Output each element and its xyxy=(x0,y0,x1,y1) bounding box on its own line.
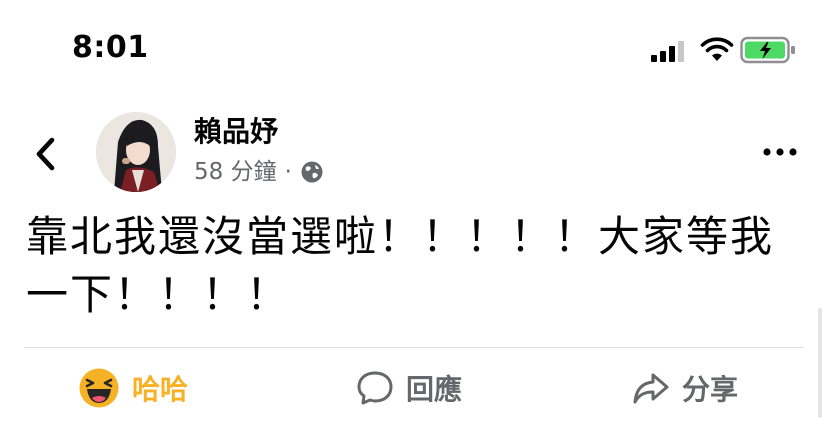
haha-emoji-icon xyxy=(79,368,119,408)
signal-icon xyxy=(651,41,684,62)
divider xyxy=(24,347,804,348)
avatar-image xyxy=(96,112,176,192)
battery-icon xyxy=(740,36,795,64)
comment-button[interactable]: 回應 xyxy=(356,366,462,410)
share-label: 分享 xyxy=(682,373,739,406)
meta-separator: · xyxy=(284,159,292,185)
back-icon[interactable] xyxy=(30,134,60,174)
share-icon xyxy=(633,373,669,404)
share-button[interactable]: 分享 xyxy=(632,366,738,410)
globe-icon xyxy=(301,161,323,183)
comment-icon xyxy=(357,371,393,405)
status-bar: 8:01 xyxy=(0,0,828,100)
author-name[interactable]: 賴品妤 xyxy=(194,114,278,150)
action-bar: 哈哈 回應 分享 xyxy=(0,356,828,420)
post-meta: 58 分鐘 · xyxy=(194,156,324,188)
wifi-icon xyxy=(700,37,734,61)
post-timestamp[interactable]: 58 分鐘 xyxy=(194,156,277,188)
reaction-button[interactable]: 哈哈 xyxy=(78,366,188,410)
post-text: 靠北我還沒當選啦！！！！！大家等我一下！！！！ xyxy=(26,212,775,319)
more-icon[interactable] xyxy=(762,146,798,158)
scrollbar[interactable] xyxy=(818,308,822,418)
comment-label: 回應 xyxy=(406,373,463,406)
avatar[interactable] xyxy=(96,112,176,192)
reaction-label: 哈哈 xyxy=(132,373,189,406)
status-time: 8:01 xyxy=(72,30,149,65)
post-header: 賴品妤 58 分鐘 · xyxy=(0,108,828,200)
